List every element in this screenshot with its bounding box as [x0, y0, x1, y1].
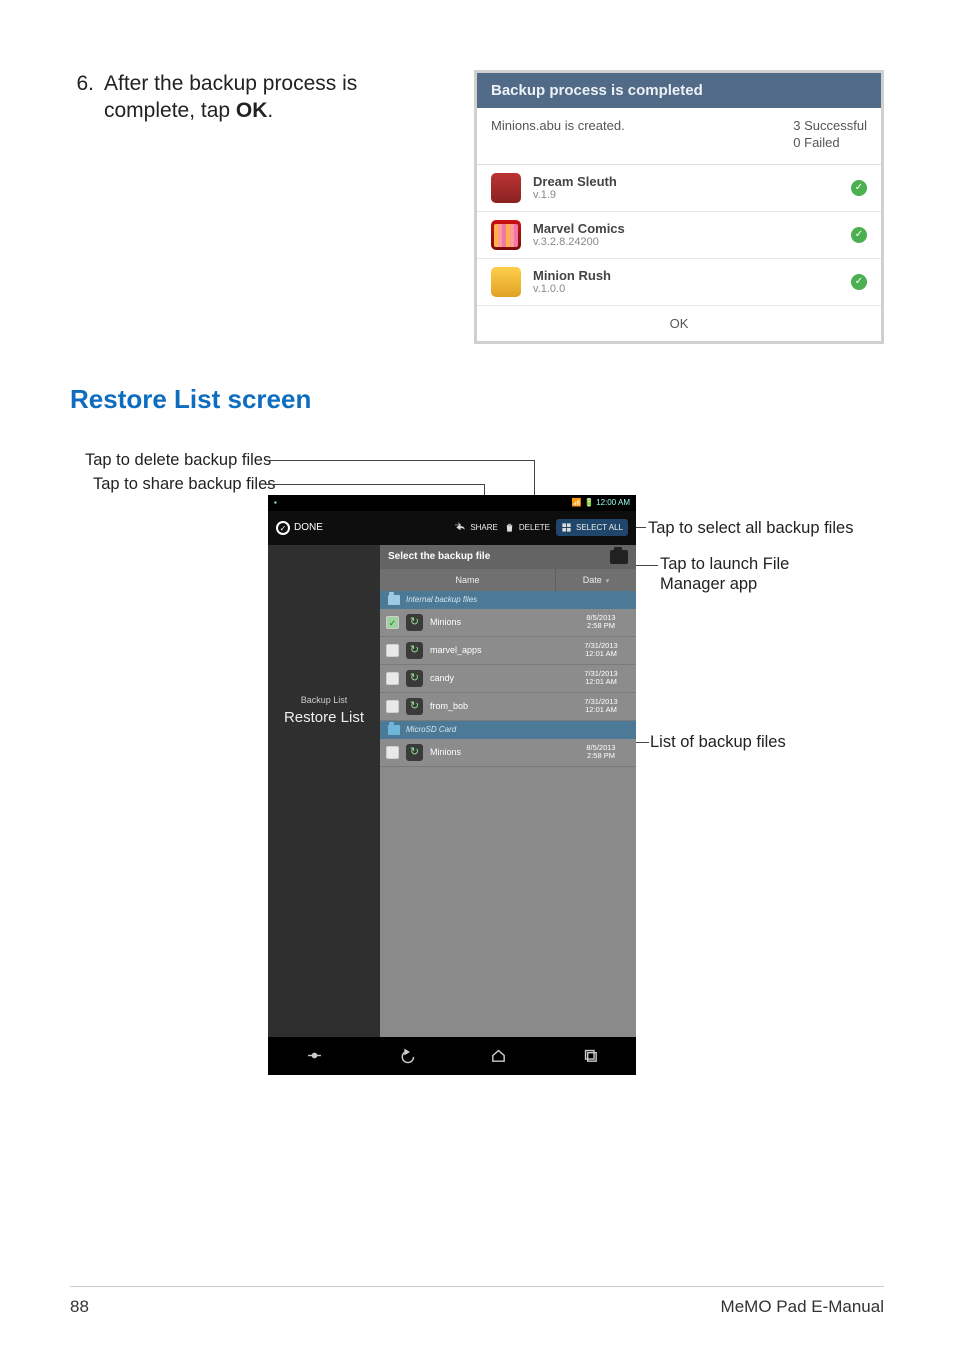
- status-time: 12:00 AM: [596, 498, 630, 507]
- file-date: 7/31/201312:01 AM: [572, 698, 630, 715]
- step-text-bold: OK: [236, 99, 268, 122]
- backup-file-icon: [406, 670, 423, 687]
- book-title: MeMO Pad E-Manual: [721, 1297, 884, 1317]
- step-text-a: After the backup process is complete, ta…: [104, 72, 357, 122]
- backup-file-row[interactable]: marvel_apps 7/31/201312:01 AM: [380, 637, 636, 665]
- backup-file-icon: [406, 614, 423, 631]
- created-label: Minions.abu is created.: [491, 118, 625, 152]
- success-check-icon: [851, 180, 867, 196]
- callout-fm-line2: Manager app: [660, 575, 757, 594]
- success-count: 3 Successful: [793, 118, 867, 135]
- grid-icon: [561, 522, 572, 533]
- toolbar: DONE SHARE DELETE SELECT ALL: [268, 511, 636, 545]
- app-row: Minion Rush v.1.0.0: [477, 259, 881, 306]
- app-version: v.1.9: [533, 189, 617, 201]
- nav-dash-icon[interactable]: [306, 1047, 323, 1064]
- file-name: Minions: [430, 747, 565, 757]
- file-date: 8/5/20132:58 PM: [572, 744, 630, 761]
- backup-file-icon: [406, 744, 423, 761]
- app-row: Marvel Comics v.3.2.8.24200: [477, 212, 881, 259]
- callout-share: Tap to share backup files: [93, 475, 276, 494]
- app-icon: [491, 267, 521, 297]
- backup-file-row[interactable]: candy 7/31/201312:01 AM: [380, 665, 636, 693]
- page-number: 88: [70, 1297, 89, 1317]
- file-name: candy: [430, 673, 565, 683]
- nav-bar: [268, 1037, 636, 1075]
- step-number: 6.: [70, 70, 94, 125]
- file-date: 7/31/201312:01 AM: [572, 670, 630, 687]
- file-name: Minions: [430, 617, 565, 627]
- dialog-title: Backup process is completed: [477, 73, 881, 108]
- file-name: marvel_apps: [430, 645, 565, 655]
- app-name: Minion Rush: [533, 268, 611, 283]
- status-left-icon: ▪: [274, 498, 277, 507]
- section-heading: Restore List screen: [70, 384, 884, 415]
- sidebar: Backup List Restore List: [268, 545, 380, 1037]
- delete-label: DELETE: [519, 523, 550, 532]
- file-name: from_bob: [430, 701, 565, 711]
- column-name[interactable]: Name: [380, 569, 556, 591]
- group-sd: MicroSD Card: [380, 721, 636, 739]
- backup-file-row[interactable]: Minions 8/5/20132:58 PM: [380, 609, 636, 637]
- share-button[interactable]: SHARE: [455, 522, 498, 533]
- share-icon: [455, 522, 466, 533]
- done-label: DONE: [294, 522, 323, 533]
- checkbox[interactable]: [386, 700, 399, 713]
- callout-selectall: Tap to select all backup files: [648, 519, 853, 538]
- step-text: After the backup process is complete, ta…: [104, 70, 450, 125]
- file-date: 7/31/201312:01 AM: [572, 642, 630, 659]
- trash-icon: [504, 522, 515, 533]
- folder-icon: [388, 725, 400, 735]
- failed-count: 0 Failed: [793, 135, 867, 152]
- checkbox[interactable]: [386, 616, 399, 629]
- battery-icon: 🔋: [584, 498, 594, 507]
- callout-fm-line1: Tap to launch File: [660, 555, 789, 574]
- sidebar-restore-list[interactable]: Restore List: [268, 709, 380, 726]
- select-all-label: SELECT ALL: [576, 523, 623, 532]
- instruction-step: 6. After the backup process is complete,…: [70, 70, 450, 125]
- folder-icon: [388, 595, 400, 605]
- column-date[interactable]: Date: [556, 569, 636, 591]
- sidebar-backup-list[interactable]: Backup List: [268, 695, 380, 705]
- callout-listfiles: List of backup files: [650, 733, 786, 752]
- wifi-icon: 📶: [572, 498, 582, 507]
- backup-complete-screenshot: Backup process is completed Minions.abu …: [474, 70, 884, 344]
- nav-home-icon[interactable]: [490, 1047, 507, 1064]
- app-version: v.1.0.0: [533, 283, 611, 295]
- delete-button[interactable]: DELETE: [504, 522, 550, 533]
- success-check-icon: [851, 274, 867, 290]
- step-text-c: .: [267, 99, 273, 122]
- app-icon: [491, 173, 521, 203]
- select-header: Select the backup file: [388, 551, 490, 562]
- status-bar: ▪ 📶 🔋 12:00 AM: [268, 495, 636, 511]
- done-button[interactable]: DONE: [276, 521, 323, 535]
- main-panel: Select the backup file Name Date Interna…: [380, 545, 636, 1037]
- share-label: SHARE: [470, 523, 498, 532]
- app-name: Marvel Comics: [533, 221, 625, 236]
- restore-list-screenshot: ▪ 📶 🔋 12:00 AM DONE SHARE DELETE: [268, 495, 636, 1075]
- group-internal-label: Internal backup files: [406, 595, 477, 604]
- backup-file-icon: [406, 642, 423, 659]
- success-check-icon: [851, 227, 867, 243]
- select-all-button[interactable]: SELECT ALL: [556, 519, 628, 536]
- app-version: v.3.2.8.24200: [533, 236, 625, 248]
- backup-file-icon: [406, 698, 423, 715]
- backup-file-row[interactable]: Minions 8/5/20132:58 PM: [380, 739, 636, 767]
- backup-file-row[interactable]: from_bob 7/31/201312:01 AM: [380, 693, 636, 721]
- ok-button[interactable]: OK: [477, 306, 881, 341]
- nav-recent-icon[interactable]: [582, 1047, 599, 1064]
- callout-delete: Tap to delete backup files: [85, 451, 271, 470]
- checkbox[interactable]: [386, 746, 399, 759]
- file-manager-button[interactable]: [610, 550, 628, 564]
- app-name: Dream Sleuth: [533, 174, 617, 189]
- checkbox[interactable]: [386, 644, 399, 657]
- group-internal: Internal backup files: [380, 591, 636, 609]
- group-sd-label: MicroSD Card: [406, 725, 456, 734]
- app-icon: [491, 220, 521, 250]
- checkbox[interactable]: [386, 672, 399, 685]
- checkmark-icon: [276, 521, 290, 535]
- app-row: Dream Sleuth v.1.9: [477, 165, 881, 212]
- file-date: 8/5/20132:58 PM: [572, 614, 630, 631]
- nav-back-icon[interactable]: [398, 1047, 415, 1064]
